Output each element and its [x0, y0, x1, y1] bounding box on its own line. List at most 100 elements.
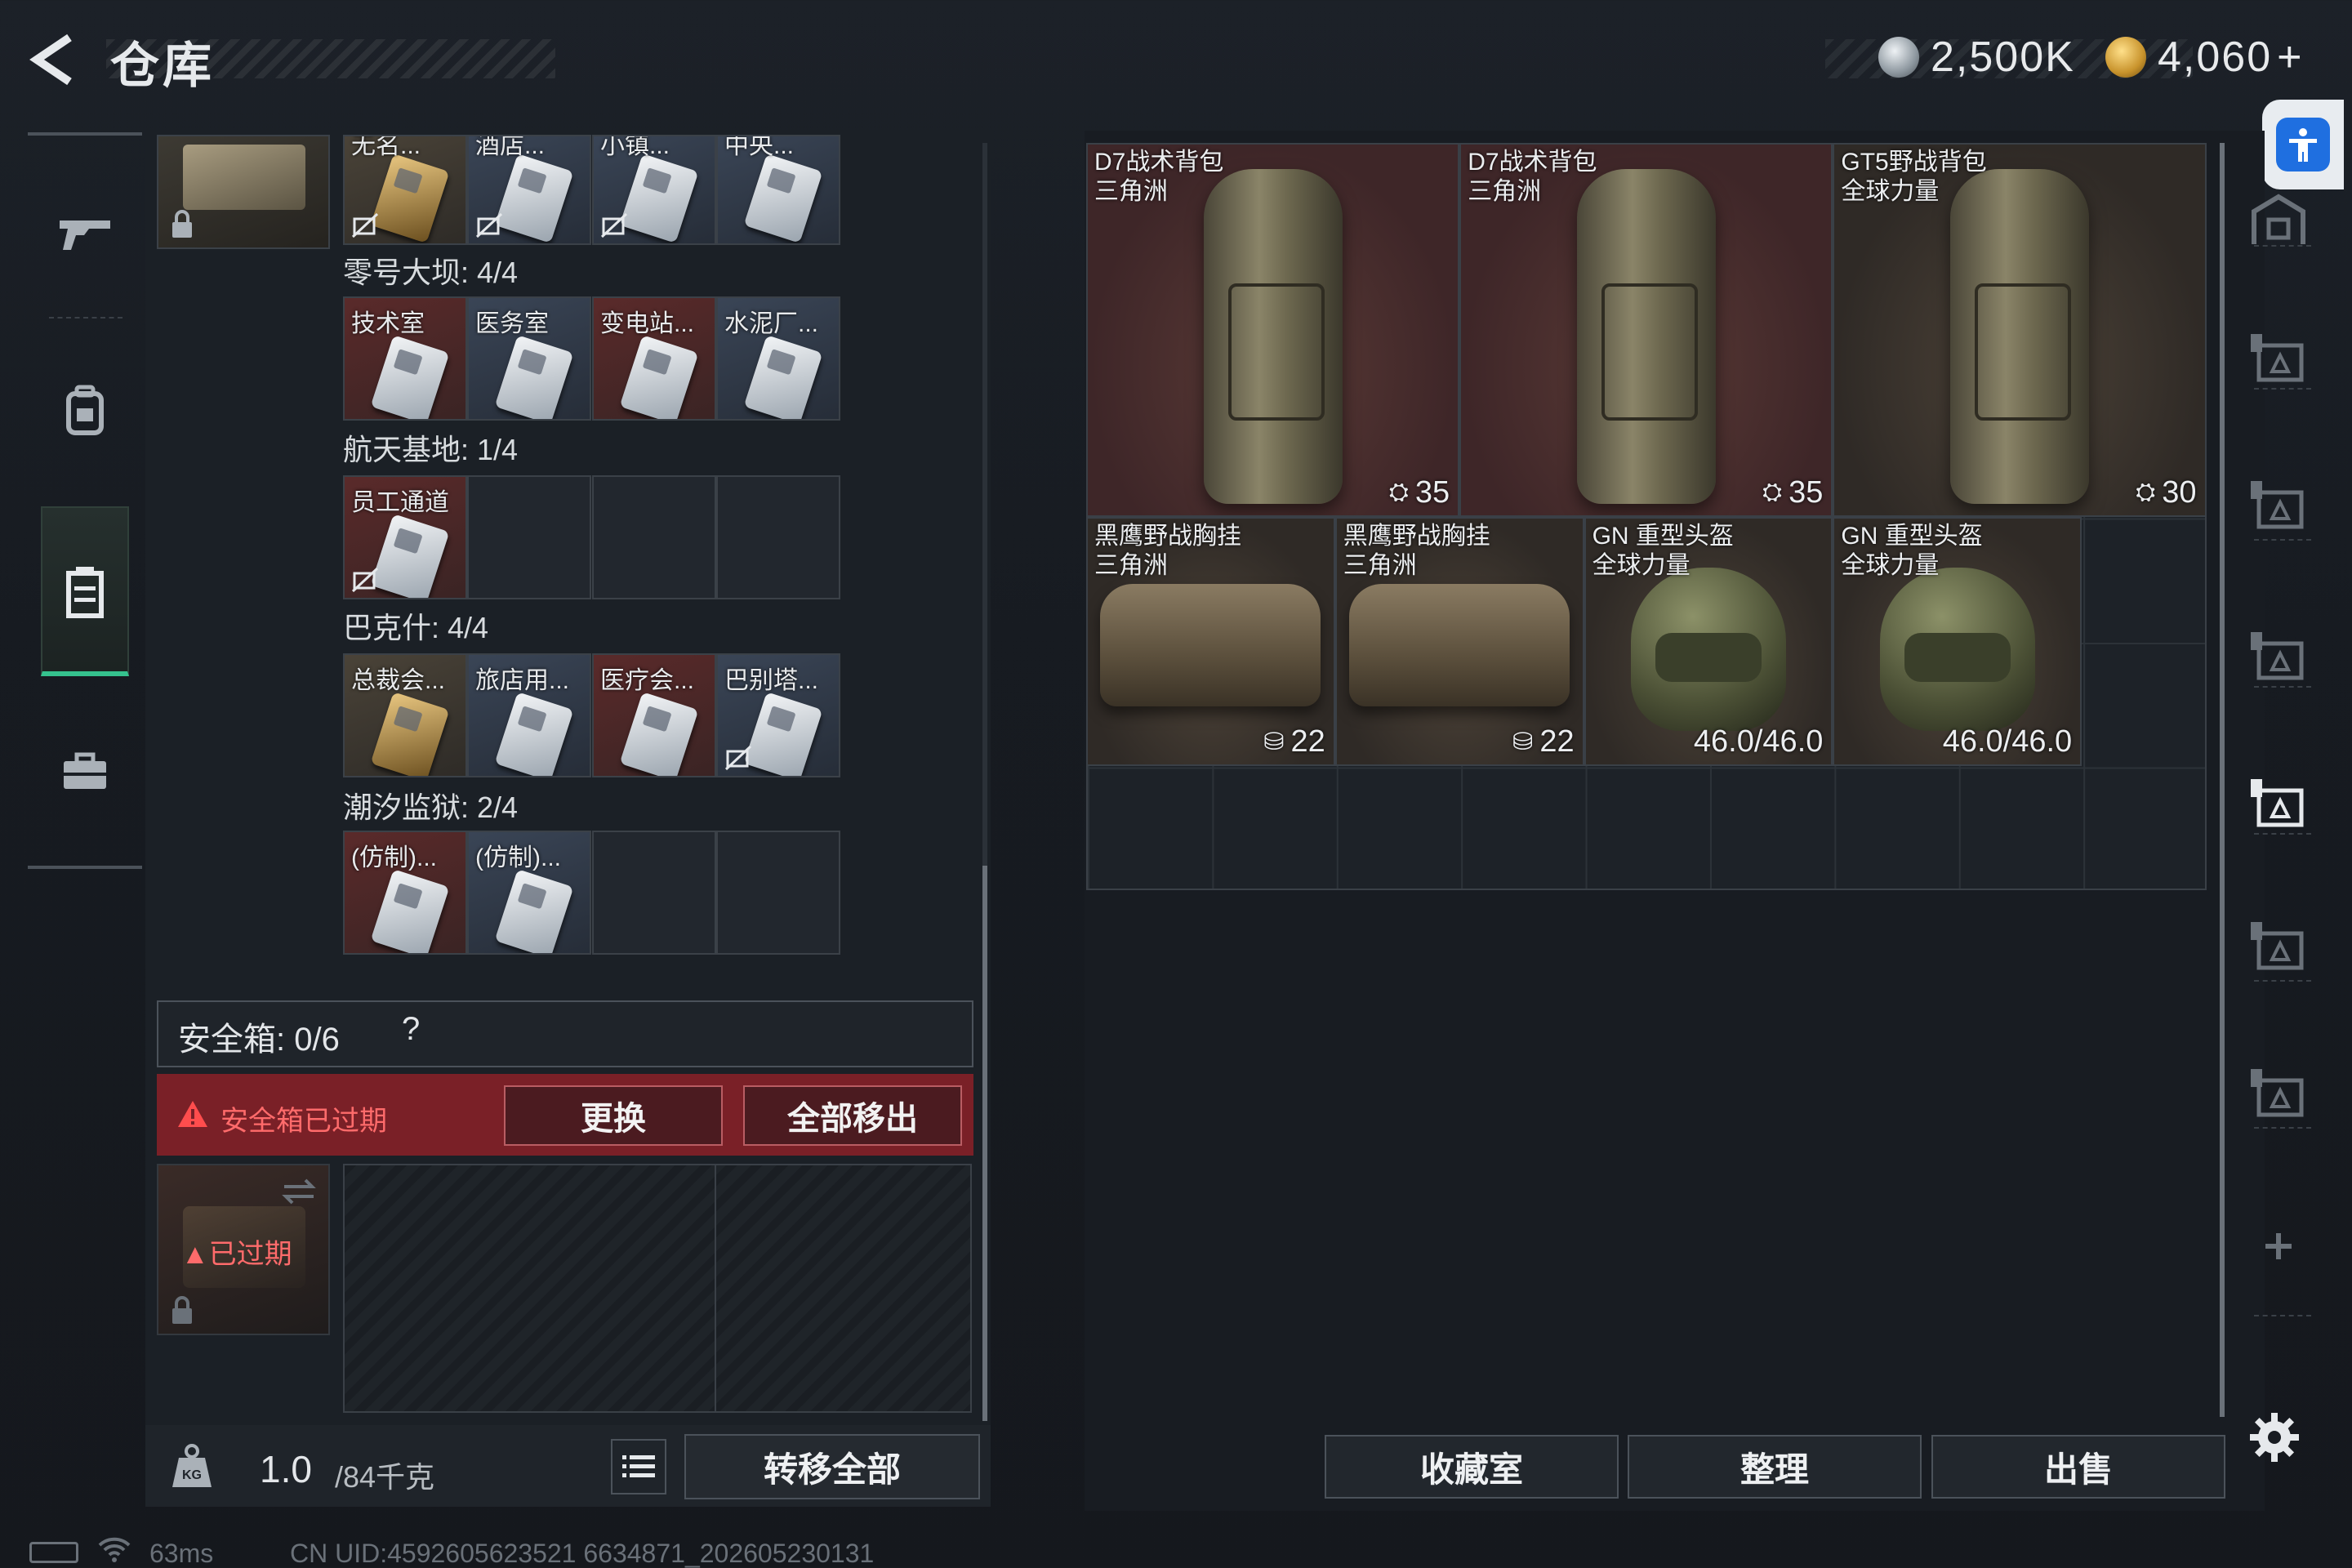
lock-icon: ⛭ — [1388, 479, 1409, 506]
item-value: ⛁ 22 — [1263, 724, 1325, 760]
empty-keycard-slot[interactable] — [716, 831, 840, 955]
empty-keycard-slot[interactable] — [467, 475, 591, 599]
keycard-slot[interactable]: 水泥厂... — [716, 296, 840, 421]
stash-item-backpack[interactable]: D7战术背包 三角洲 ⛭ 35 — [1086, 143, 1460, 517]
empty-keycard-slot[interactable] — [592, 831, 716, 955]
accessibility-button[interactable] — [2262, 100, 2344, 189]
expired-tag: ▲已过期 — [181, 1232, 292, 1272]
keycard-icon — [743, 335, 823, 419]
keycard-slot[interactable]: 变电站... — [592, 296, 716, 421]
rail-separator — [2254, 1315, 2311, 1316]
keycard-slot[interactable]: (仿制)... — [467, 831, 591, 955]
keycard-icon — [370, 514, 450, 598]
rail-vault-button[interactable] — [2238, 180, 2319, 261]
svg-text:KG: KG — [182, 1468, 202, 1482]
keycard-label: 水泥厂... — [724, 310, 819, 337]
nav-tools[interactable] — [36, 723, 134, 821]
keycard-slot[interactable]: 中央... — [716, 135, 840, 245]
lock-icon: ⛭ — [1762, 479, 1783, 506]
nav-equipment[interactable] — [36, 361, 134, 459]
keycard-slot[interactable]: 技术室 — [343, 296, 467, 421]
stash-item-backpack[interactable]: GT5野战背包 全球力量 ⛭ 30 — [1833, 143, 2207, 517]
keycard-label: 技术室 — [351, 310, 425, 337]
rail-rack-IV-button[interactable] — [2238, 906, 2319, 988]
transfer-all-button[interactable]: 转移全部 — [684, 1434, 980, 1499]
empty-keycard-slot[interactable] — [592, 475, 716, 599]
keycard-slot[interactable]: (仿制)... — [343, 831, 467, 955]
keycard-slot[interactable]: 酒店... — [467, 135, 591, 245]
item-value-text: 22 — [1539, 724, 1575, 759]
item-name-line1: GN 重型头盔 — [1841, 522, 1983, 550]
vault-icon — [2252, 194, 2305, 244]
stash-item-vest[interactable]: 黑鹰野战胸挂 三角洲 ⛁ 22 — [1086, 516, 1367, 766]
keycard-label: 旅店用... — [475, 667, 570, 694]
back-button[interactable] — [24, 31, 82, 88]
lock-icon — [172, 210, 192, 238]
keycard-slot[interactable]: 员工通道 — [343, 475, 467, 599]
right-scrollbar[interactable] — [2220, 143, 2225, 1417]
item-value-text: 35 — [1414, 474, 1450, 510]
gold-currency[interactable]: 4,060 + — [2158, 33, 2304, 82]
stash-item-vest[interactable]: 黑鹰野战胸挂 三角洲 ⛁ 22 — [1334, 516, 1584, 766]
rail-rack-III-button[interactable] — [2238, 466, 2319, 547]
remove-all-button[interactable]: 全部移出 — [743, 1085, 962, 1146]
nav-weapons[interactable] — [36, 184, 134, 282]
replace-safe-box-button[interactable]: 更换 — [504, 1085, 723, 1146]
settings-button[interactable] — [2242, 1405, 2307, 1470]
left-scrollbar-thumb[interactable] — [982, 866, 987, 1421]
keycard-label: 巴别塔... — [724, 667, 819, 694]
item-name: D7战术背包 三角洲 — [1468, 148, 1597, 207]
keycard-group-title: 潮汐监狱: 2/4 — [343, 791, 519, 824]
item-name-line2: 全球力量 — [1841, 178, 1940, 205]
item-name-line1: D7战术背包 — [1094, 149, 1224, 176]
keycard-icon — [494, 335, 574, 419]
item-value-text: 35 — [1788, 474, 1824, 510]
rail-separator — [2254, 539, 2311, 541]
safe-box-help-button[interactable]: ? — [402, 1011, 420, 1048]
no-trade-icon — [351, 212, 379, 238]
no-trade-icon — [475, 212, 503, 238]
warning-icon: ▲ — [181, 1239, 209, 1270]
lock-icon: ⛭ — [2136, 479, 2156, 506]
item-name-line2: 全球力量 — [1592, 551, 1690, 579]
sell-button[interactable]: 出售 — [1931, 1435, 2225, 1499]
sort-button[interactable]: 整理 — [1628, 1435, 1922, 1499]
item-name-line2: 全球力量 — [1841, 551, 1940, 579]
collection-room-button[interactable]: 收藏室 — [1325, 1435, 1619, 1499]
safe-box-grid-divider — [715, 1164, 716, 1413]
keycard-label: 中央... — [724, 135, 795, 159]
keycard-case-item[interactable] — [157, 135, 330, 249]
empty-keycard-slot[interactable] — [716, 475, 840, 599]
rail-separator — [2254, 686, 2311, 688]
keycard-slot[interactable]: 医疗会... — [592, 653, 716, 777]
keycard-slot[interactable]: 医务室 — [467, 296, 591, 421]
no-trade-icon — [600, 212, 628, 238]
keycard-slot[interactable]: 旅店用... — [467, 653, 591, 777]
add-currency-button[interactable]: + — [2277, 33, 2303, 81]
rack-III-icon — [2251, 334, 2304, 382]
keycard-slot[interactable]: 总裁会... — [343, 653, 467, 777]
gold-coin-icon — [2105, 37, 2146, 78]
safe-box-grid[interactable] — [343, 1164, 972, 1413]
keycard-slot[interactable]: 巴别塔... — [716, 653, 840, 777]
safe-box-expired-text: 安全箱已过期 — [220, 1106, 387, 1137]
rail-plus-button[interactable] — [2238, 1205, 2319, 1286]
keycard-icon — [494, 154, 574, 243]
rail-separator — [2254, 245, 2311, 247]
keycard-icon — [370, 692, 450, 776]
stash-item-helmet[interactable]: GN 重型头盔 全球力量 46.0/46.0 — [1833, 516, 2082, 766]
backpack-icon — [1203, 169, 1343, 504]
list-view-button[interactable] — [611, 1439, 666, 1494]
stash-item-backpack[interactable]: D7战术背包 三角洲 ⛭ 35 — [1459, 143, 1833, 517]
keycard-icon — [494, 692, 574, 776]
vest-icon — [1100, 583, 1321, 706]
keycard-slot[interactable]: 无名... — [343, 135, 467, 245]
nav-storage[interactable] — [36, 543, 134, 641]
item-name-line1: GT5野战背包 — [1841, 149, 1987, 176]
toolbox-icon — [64, 752, 106, 789]
item-value: ⛭ 30 — [2136, 475, 2196, 510]
expired-tag-text: 已过期 — [208, 1239, 292, 1270]
keycard-slot[interactable]: 小镇... — [592, 135, 716, 245]
stash-item-helmet[interactable]: GN 重型头盔 全球力量 46.0/46.0 — [1584, 516, 1833, 766]
rail-rack-V-button[interactable] — [2238, 1054, 2319, 1135]
